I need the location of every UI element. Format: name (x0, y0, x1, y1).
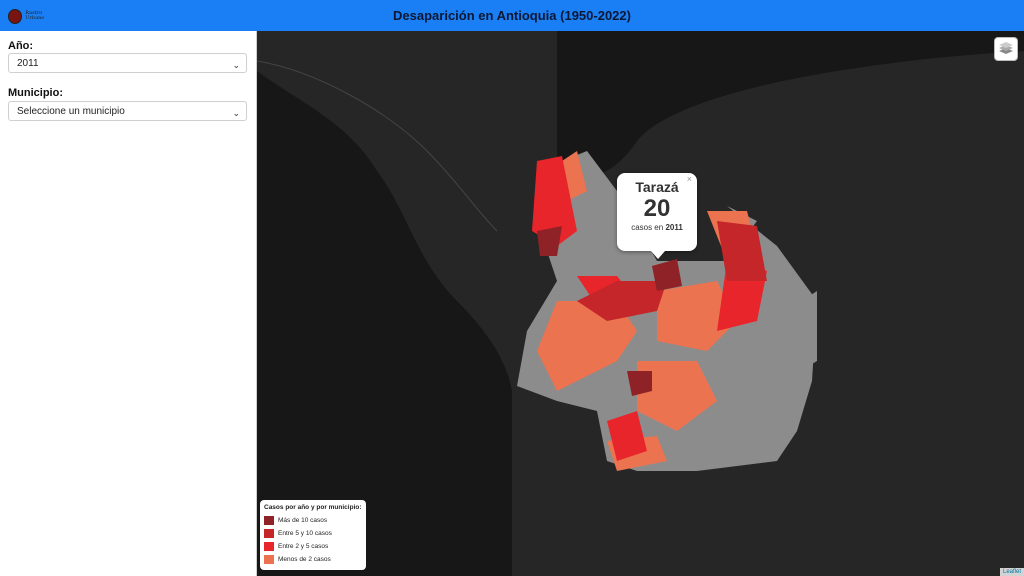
legend-label: Más de 10 casos (278, 517, 328, 524)
legend-swatch (264, 555, 274, 564)
legend-item: Más de 10 casos (264, 514, 362, 527)
popup-close-icon[interactable]: × (687, 174, 692, 184)
municipality-popup: × Tarazá 20 casos en 2011 (617, 173, 697, 259)
sidebar: Año: 2011 ⌄ Municipio: Seleccione un mun… (0, 31, 257, 576)
popup-subtitle: casos en 2011 (617, 223, 697, 232)
layers-icon (999, 42, 1013, 54)
legend: Casos por año y por municipio: Más de 10… (260, 500, 366, 570)
year-select-value: 2011 (17, 58, 39, 69)
popup-case-count: 20 (643, 195, 671, 222)
legend-swatch (264, 529, 274, 538)
chevron-down-icon: ⌄ (232, 60, 240, 70)
popup-subtitle-prefix: casos en (631, 223, 664, 232)
caribbean-sea (557, 31, 1024, 176)
legend-swatch (264, 516, 274, 525)
year-select[interactable]: 2011 ⌄ (8, 53, 247, 73)
municipio-label: Municipio: (8, 87, 63, 99)
legend-label: Entre 5 y 10 casos (278, 530, 332, 537)
legend-title: Casos por año y por municipio: (264, 504, 362, 511)
map[interactable]: × Tarazá 20 casos en 2011 Casos por año … (257, 31, 1024, 576)
legend-item: Menos de 2 casos (264, 553, 362, 566)
map-canvas[interactable] (257, 31, 1024, 576)
layers-control-button[interactable] (994, 37, 1018, 61)
chevron-down-icon: ⌄ (232, 108, 240, 118)
page-title: Desaparición en Antioquia (1950-2022) (393, 8, 631, 23)
municipio-select-value: Seleccione un municipio (17, 106, 125, 117)
legend-label: Entre 2 y 5 casos (278, 543, 329, 550)
popup-year: 2011 (665, 223, 683, 232)
legend-swatch (264, 542, 274, 551)
attribution-link[interactable]: Leaflet (999, 568, 1024, 576)
legend-item: Entre 5 y 10 casos (264, 527, 362, 540)
municipio-select[interactable]: Seleccione un municipio ⌄ (8, 101, 247, 121)
legend-item: Entre 2 y 5 casos (264, 540, 362, 553)
legend-label: Menos de 2 casos (278, 556, 331, 563)
top-bar: Rastro Urbano Desaparición en Antioquia … (0, 0, 1024, 32)
year-label: Año: (8, 40, 34, 52)
popup-municipality-name: Tarazá (635, 179, 679, 195)
